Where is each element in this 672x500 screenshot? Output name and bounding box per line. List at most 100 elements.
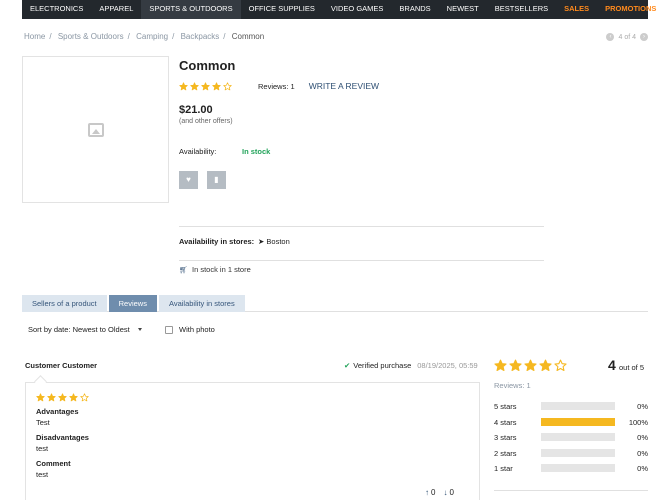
rating-bar-3[interactable]: 3 stars 0% <box>494 432 648 442</box>
nav-item-bestsellers[interactable]: BESTSELLERS <box>487 0 556 19</box>
rating-bar-track <box>541 464 615 472</box>
nav-item-newest[interactable]: NEWEST <box>439 0 487 19</box>
breadcrumb-separator: / <box>127 32 130 41</box>
star-filled-icon <box>212 81 221 91</box>
rating-bar-1[interactable]: 1 star 0% <box>494 463 648 473</box>
other-offers-text: (and other offers) <box>179 118 233 125</box>
in-stock-stores: 🛒︎ In stock in 1 store <box>179 265 251 274</box>
with-photo-label: With photo <box>179 325 215 334</box>
summary-out-of: out of 5 <box>619 363 645 372</box>
rating-bar-percent: 100% <box>628 417 648 427</box>
availability-status: In stock <box>242 147 271 156</box>
nav-item-promotions[interactable]: PROMOTIONS <box>597 0 664 19</box>
summary-score: 4 <box>608 357 616 373</box>
downvote-button[interactable]: ↓ 0 <box>443 488 453 497</box>
rating-bar-percent: 0% <box>637 448 648 458</box>
nav-item-video-games[interactable]: VIDEO GAMES <box>323 0 392 19</box>
disadvantages-text: test <box>36 444 49 453</box>
rating-bar-track <box>541 418 615 426</box>
review-advantages: Advantages Test <box>36 407 79 427</box>
rating-bar-percent: 0% <box>637 401 648 411</box>
breadcrumb-sports-outdoors[interactable]: Sports & Outdoors <box>58 32 124 41</box>
rating-bar-percent: 0% <box>637 432 648 442</box>
tab-sellers[interactable]: Sellers of a product <box>22 295 107 312</box>
upvote-count: 0 <box>431 488 436 497</box>
star-filled-icon <box>539 359 552 372</box>
star-empty-icon <box>554 359 567 372</box>
nav-item-sales[interactable]: SALES <box>556 0 597 19</box>
tab-reviews[interactable]: Reviews <box>108 295 157 312</box>
sort-label: Sort by date: Newest to Oldest <box>28 325 130 334</box>
nav-item-electronics[interactable]: ELECTRONICS <box>22 0 91 19</box>
advantages-text: Test <box>36 418 50 427</box>
rating-bar-4[interactable]: 4 stars 100% <box>494 417 648 427</box>
add-to-compare-button[interactable]: ▮ <box>207 171 226 189</box>
product-rating-row: Reviews: 1 WRITE A REVIEW <box>179 81 379 91</box>
breadcrumb-separator: / <box>172 32 175 41</box>
rating-bar-track <box>541 449 615 457</box>
star-filled-icon <box>69 393 78 402</box>
review-votes: ↑ 0 ↓ 0 <box>425 488 454 497</box>
upvote-button[interactable]: ↑ 0 <box>425 488 435 497</box>
review-date: 08/19/2025, 05:59 <box>417 361 478 370</box>
verified-purchase-badge: ✔ Verified purchase 08/19/2025, 05:59 <box>344 361 478 370</box>
star-filled-icon <box>190 81 199 91</box>
rating-bar-2[interactable]: 2 stars 0% <box>494 448 648 458</box>
store-city: Boston <box>266 237 290 246</box>
downvote-count: 0 <box>449 488 454 497</box>
heart-icon: ♥ <box>186 175 191 184</box>
star-filled-icon <box>36 393 45 402</box>
star-filled-icon <box>524 359 537 372</box>
image-placeholder-icon <box>87 122 104 137</box>
star-empty-icon <box>223 81 232 91</box>
top-nav: ELECTRONICS APPAREL SPORTS & OUTDOORS OF… <box>22 0 656 19</box>
divider <box>494 490 648 491</box>
reviews-count[interactable]: Reviews: 1 <box>258 82 295 91</box>
star-filled-icon <box>179 81 188 91</box>
store-city-link[interactable]: ➤ Boston <box>258 237 290 246</box>
cart-icon: 🛒︎ <box>179 267 188 274</box>
rating-bar-label: 1 star <box>494 463 513 473</box>
with-photo-filter[interactable]: With photo <box>165 325 215 334</box>
availability-label: Availability: <box>179 147 217 156</box>
nav-item-brands[interactable]: BRANDS <box>391 0 438 19</box>
nav-item-apparel[interactable]: APPAREL <box>91 0 141 19</box>
breadcrumb-camping[interactable]: Camping <box>136 32 168 41</box>
rating-bar-label: 4 stars <box>494 417 517 427</box>
breadcrumb-home[interactable]: Home <box>24 32 45 41</box>
star-empty-icon <box>80 393 89 402</box>
pager-text: 4 of 4 <box>618 33 636 41</box>
in-stock-stores-link[interactable]: 1 store <box>228 265 251 274</box>
breadcrumb-separator: / <box>49 32 52 41</box>
review-card <box>25 382 480 500</box>
advantages-label: Advantages <box>36 407 79 416</box>
tab-availability-in-stores[interactable]: Availability in stores <box>158 295 245 312</box>
product-price: $21.00 <box>179 104 213 116</box>
next-product-icon[interactable]: › <box>640 33 648 41</box>
add-to-wishlist-button[interactable]: ♥ <box>179 171 198 189</box>
star-filled-icon <box>58 393 67 402</box>
stores-availability-label: Availability in stores: <box>179 237 255 246</box>
with-photo-checkbox[interactable] <box>165 325 173 334</box>
star-filled-icon <box>509 359 522 372</box>
write-review-link[interactable]: WRITE A REVIEW <box>309 81 379 91</box>
rating-bar-track <box>541 433 615 441</box>
rating-bar-fill <box>541 418 615 426</box>
breadcrumb-current: Common <box>231 32 265 41</box>
bar-chart-icon: ▮ <box>214 175 219 184</box>
breadcrumb: Home / Sports & Outdoors / Camping / Backpa… <box>24 32 264 41</box>
breadcrumb-backpacks[interactable]: Backpacks <box>181 32 220 41</box>
nav-item-office-supplies[interactable]: OFFICE SUPPLIES <box>241 0 323 19</box>
sort-dropdown[interactable]: Sort by date: Newest to Oldest <box>28 325 142 334</box>
product-image[interactable] <box>22 56 169 203</box>
breadcrumb-separator: / <box>223 32 226 41</box>
nav-item-sports-outdoors[interactable]: SPORTS & OUTDOORS <box>141 0 241 19</box>
prev-product-icon[interactable]: ‹ <box>606 33 615 41</box>
checkmark-icon: ✔ <box>344 361 351 370</box>
product-rating-stars <box>179 81 232 91</box>
rating-bar-5[interactable]: 5 stars 0% <box>494 401 648 411</box>
divider <box>179 260 544 261</box>
disadvantages-label: Disadvantages <box>36 433 89 442</box>
star-filled-icon <box>201 81 210 91</box>
review-comment: Comment test <box>36 459 71 479</box>
